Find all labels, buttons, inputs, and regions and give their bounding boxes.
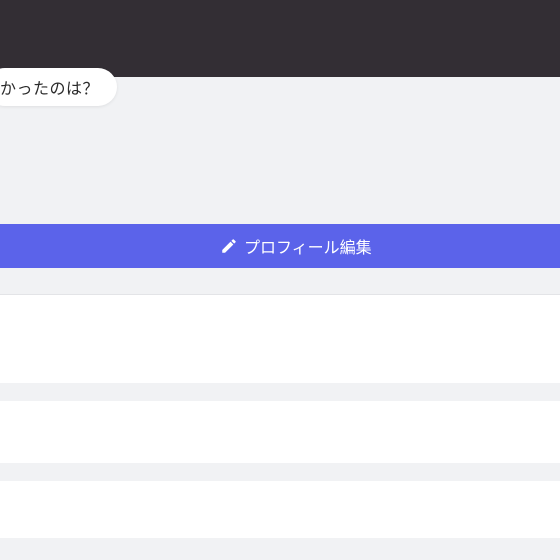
question-text: かったのは？	[0, 79, 100, 98]
pencil-icon	[220, 237, 238, 255]
profile-cover-image	[0, 0, 560, 77]
question-speech-bubble: かったのは？	[0, 68, 118, 106]
edit-profile-label: プロフィール編集	[244, 238, 372, 257]
profile-section-card	[0, 481, 560, 538]
profile-section-card	[0, 401, 560, 463]
profile-page: かったのは？ プロフィール編集	[0, 0, 560, 560]
edit-profile-button[interactable]: プロフィール編集	[0, 224, 560, 268]
profile-section-card	[0, 295, 560, 383]
